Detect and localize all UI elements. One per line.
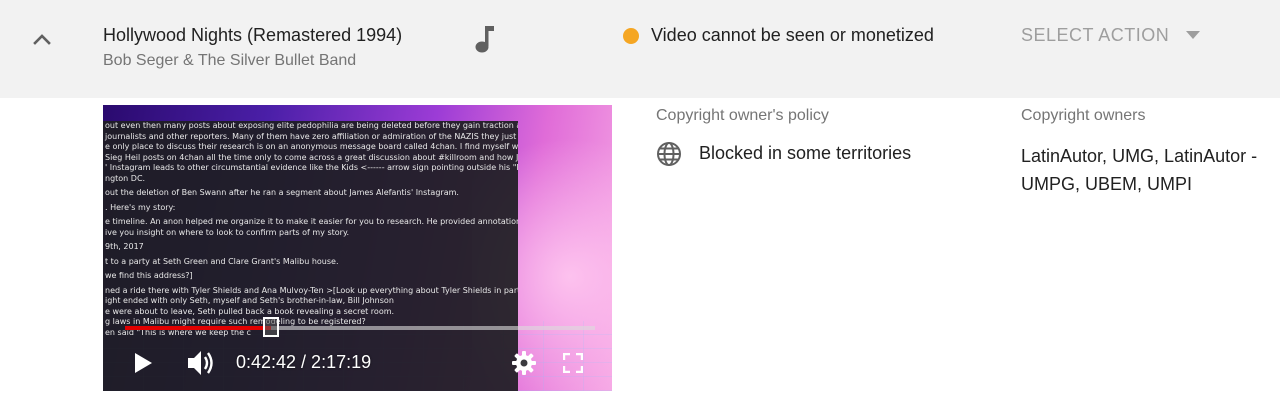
chevron-up-icon[interactable] — [30, 28, 54, 52]
policy-value: Blocked in some territories — [699, 143, 912, 163]
document-text-line: out even then many posts about exposing … — [105, 121, 518, 130]
playback-time: 0:42:42 / 2:17:19 — [236, 352, 372, 372]
document-text-line: Sieg Heil posts on 4chan all the time on… — [105, 152, 518, 162]
copyright-owners-label: Copyright owners — [1021, 107, 1146, 124]
document-text-line: e timeline. An anon helped me organize i… — [105, 217, 518, 226]
track-artist: Bob Seger & The Silver Bullet Band — [103, 52, 357, 69]
document-text-line: 9th, 2017 — [105, 242, 144, 251]
settings-gear-icon[interactable] — [512, 351, 536, 375]
document-text-line: ' Instagram leads to other circumstantia… — [105, 163, 518, 172]
caret-down-icon[interactable] — [1186, 30, 1200, 40]
status-indicator-dot — [623, 28, 639, 44]
globe-icon — [657, 142, 681, 166]
music-note-icon — [475, 26, 494, 53]
document-text-line: e only place to discuss their research i… — [105, 142, 518, 151]
claim-row-header: Hollywood Nights (Remastered 1994) Bob S… — [0, 0, 1280, 98]
document-text-line: ngton DC. — [105, 173, 146, 183]
document-text-line: t to a party at Seth Green and Clare Gra… — [105, 256, 339, 266]
video-frame-document: out even then many posts about exposing … — [103, 121, 518, 391]
document-text-line: ned a ride there with Tyler Shields and … — [105, 285, 518, 295]
select-action-dropdown[interactable]: SELECT ACTION — [1021, 25, 1169, 46]
volume-icon[interactable] — [187, 350, 215, 376]
document-text-line: journalists and other reporters. Many of… — [105, 131, 518, 141]
document-text-line: e were about to leave, Seth pulled back … — [105, 306, 395, 316]
scrubber-handle[interactable] — [263, 317, 280, 337]
document-text-line: ight ended with only Seth, myself and Se… — [105, 296, 394, 305]
copyright-owners-value: LatinAutor, UMG, LatinAutor - UMPG, UBEM… — [1021, 146, 1258, 194]
document-text-line: . Here's my story: — [105, 202, 176, 212]
track-title: Hollywood Nights (Remastered 1994) — [103, 25, 403, 45]
policy-label: Copyright owner's policy — [656, 107, 829, 124]
status-text: Video cannot be seen or monetized — [651, 25, 934, 45]
document-text-line: ive you insight on where to look to conf… — [105, 227, 350, 237]
progress-played — [125, 326, 272, 330]
fullscreen-icon[interactable] — [563, 353, 583, 373]
document-text-line: we find this address?] — [105, 271, 193, 280]
video-player[interactable]: out even then many posts about exposing … — [103, 105, 612, 391]
play-icon[interactable] — [133, 352, 153, 374]
document-text-line: out the deletion of Ben Swann after he r… — [105, 188, 459, 197]
